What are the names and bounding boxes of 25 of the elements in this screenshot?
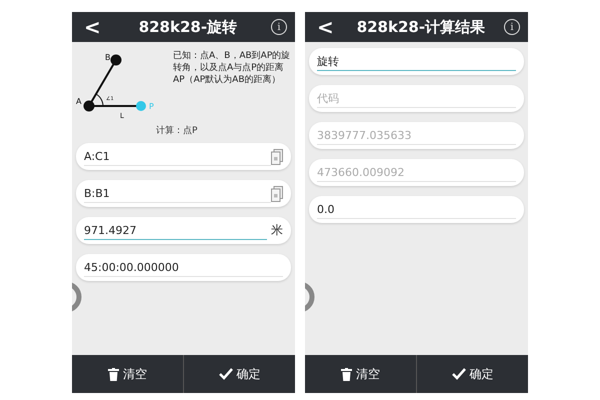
- description-text: 已知：点A、B，AB到AP的旋转角，以及点A与点P的距离AP（AP默认为AB的距离）: [173, 50, 291, 87]
- checkmark-icon: [452, 368, 466, 380]
- checkmark-icon: [218, 368, 232, 380]
- trash-icon: [341, 368, 352, 380]
- confirm-button[interactable]: 确定: [183, 355, 295, 393]
- input-field[interactable]: B:B1: [76, 180, 291, 207]
- screen-title: 828k28-旋转: [138, 18, 238, 36]
- back-button[interactable]: <: [80, 15, 105, 39]
- confirm-button[interactable]: 确定: [416, 355, 528, 393]
- info-button[interactable]: i: [271, 19, 287, 35]
- document-icon[interactable]: [271, 148, 283, 164]
- back-button[interactable]: <: [313, 15, 338, 39]
- trash-icon: [108, 368, 119, 380]
- section-label: 计算：点P: [156, 124, 198, 137]
- input-field[interactable]: 0.0: [309, 196, 524, 223]
- clear-button[interactable]: 清空: [305, 355, 416, 393]
- input-field[interactable]: A:C1: [76, 143, 291, 170]
- input-field[interactable]: 旋转: [309, 48, 524, 75]
- document-icon[interactable]: [271, 186, 283, 202]
- unit-label: 米: [271, 222, 283, 239]
- input-field[interactable]: 971.4927 米: [76, 217, 291, 244]
- input-field[interactable]: 45:00:00.000000: [76, 254, 291, 281]
- screen-title: 828k28-计算结果: [356, 18, 486, 36]
- clear-button[interactable]: 清空: [72, 355, 183, 393]
- info-button[interactable]: i: [504, 19, 520, 35]
